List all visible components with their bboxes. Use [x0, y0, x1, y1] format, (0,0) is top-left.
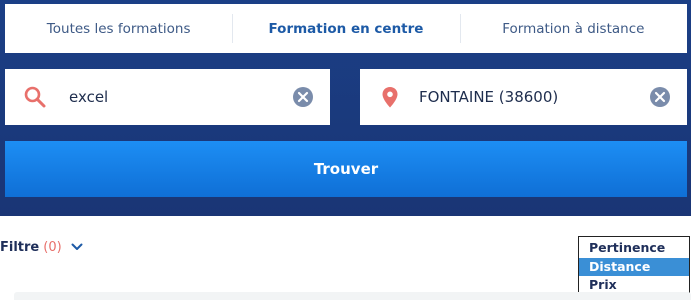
sort-option-distance[interactable]: Distance [579, 257, 689, 276]
location-input[interactable]: FONTAINE (38600) [402, 88, 649, 106]
sort-select[interactable]: Pertinence Distance Prix [578, 236, 690, 296]
clear-icon[interactable] [292, 86, 314, 108]
result-card [14, 292, 691, 300]
filter-label: Filtre [0, 239, 40, 255]
find-button[interactable]: Trouver [5, 141, 687, 197]
search-field[interactable]: excel [5, 69, 330, 125]
filter-count: (0) [43, 239, 62, 255]
formation-type-tabs: Toutes les formations Formation en centr… [5, 4, 687, 53]
tab-formation-a-distance[interactable]: Formation à distance [459, 4, 687, 53]
tab-toutes-les-formations[interactable]: Toutes les formations [5, 4, 232, 53]
location-field[interactable]: FONTAINE (38600) [360, 69, 687, 125]
clear-icon[interactable] [649, 86, 671, 108]
search-icon [23, 85, 47, 109]
sort-option-pertinence[interactable]: Pertinence [579, 239, 689, 258]
search-hero: Toutes les formations Formation en centr… [0, 0, 691, 216]
filter-toggle[interactable]: Filtre (0) [0, 238, 83, 256]
location-pin-icon [378, 85, 402, 109]
search-input[interactable]: excel [47, 88, 292, 106]
tab-formation-en-centre[interactable]: Formation en centre [232, 4, 459, 53]
chevron-down-icon [71, 241, 83, 253]
